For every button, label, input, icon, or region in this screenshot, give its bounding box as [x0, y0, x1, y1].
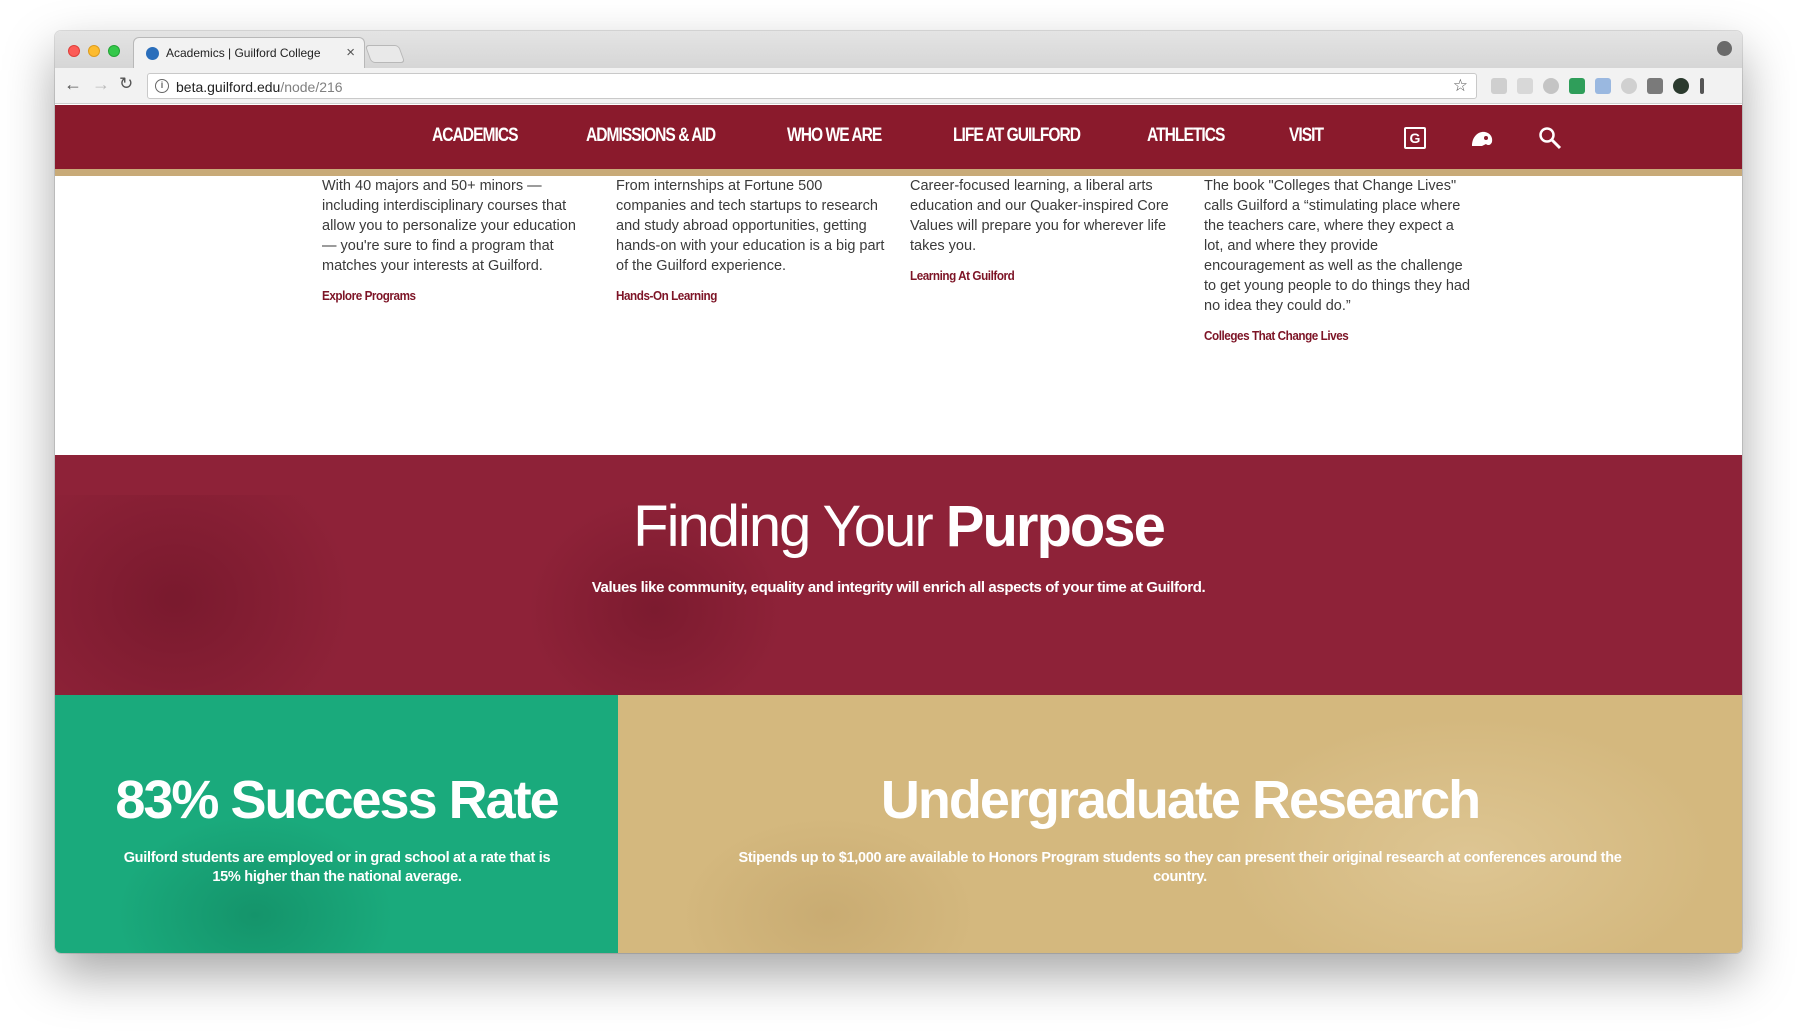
- nav-who-we-are[interactable]: WHO WE ARE: [787, 125, 882, 147]
- extension-fx-icon[interactable]: [1517, 78, 1533, 94]
- extension-capture-icon[interactable]: [1595, 78, 1611, 94]
- undergraduate-research-panel[interactable]: Undergraduate Research Stipends up to $1…: [618, 695, 1742, 953]
- purpose-heading-light: Finding Your: [633, 494, 946, 559]
- column-programs-text: With 40 majors and 50+ minors — includin…: [322, 178, 576, 274]
- academics-columns: With 40 majors and 50+ minors — includin…: [55, 176, 1742, 450]
- purpose-heading: Finding Your Purpose: [55, 493, 1742, 560]
- research-heading: Undergraduate Research: [618, 769, 1742, 831]
- main-nav: ACADEMICS ADMISSIONS & AID WHO WE ARE LI…: [55, 105, 1742, 169]
- extension-color-icon[interactable]: [1673, 78, 1689, 94]
- url-text[interactable]: beta.guilford.edu/node/216: [176, 79, 343, 95]
- guilford-favicon-icon: [146, 47, 159, 60]
- column-change-lives-text: The book "Colleges that Change Lives" ca…: [1204, 178, 1471, 314]
- browser-toolbar: ← → ↻ i beta.guilford.edu/node/216 ☆: [55, 68, 1742, 104]
- back-arrow-icon[interactable]: ←: [64, 74, 82, 95]
- hands-on-learning-link[interactable]: Hands-On Learning: [616, 288, 859, 303]
- site-header: ACADEMICS ADMISSIONS & AID WHO WE ARE LI…: [55, 105, 1742, 176]
- guilford-g-icon[interactable]: G: [1404, 127, 1426, 149]
- research-heading-light: Undergraduate: [880, 770, 1252, 830]
- finding-purpose-band: Finding Your Purpose Values like communi…: [55, 455, 1742, 695]
- nav-academics[interactable]: ACADEMICS: [432, 125, 518, 147]
- extension-drive-icon[interactable]: [1543, 78, 1559, 94]
- nav-athletics[interactable]: ATHLETICS: [1147, 125, 1225, 147]
- bookmark-star-icon[interactable]: ☆: [1453, 76, 1468, 96]
- success-rate-panel[interactable]: 83% Success Rate Guilford students are e…: [55, 695, 618, 953]
- extension-badge-icon[interactable]: [1569, 78, 1585, 94]
- address-bar[interactable]: i beta.guilford.edu/node/216 ☆: [147, 73, 1477, 99]
- success-heading-bold: 83%: [115, 770, 219, 830]
- reload-icon[interactable]: ↻: [119, 74, 133, 94]
- purpose-heading-bold: Purpose: [945, 494, 1166, 559]
- browser-tab-active[interactable]: Academics | Guilford College ×: [133, 37, 365, 68]
- url-host: beta.guilford.edu: [176, 79, 281, 95]
- new-tab-button[interactable]: [364, 45, 406, 63]
- nav-visit[interactable]: VISIT: [1289, 125, 1324, 147]
- minimize-window-icon[interactable]: [88, 45, 100, 57]
- tab-bar: Academics | Guilford College ×: [55, 31, 1742, 68]
- nav-life-at-guilford[interactable]: LIFE AT GUILFORD: [953, 125, 1081, 147]
- background-photo-overlay: [1218, 715, 1718, 953]
- forward-arrow-icon[interactable]: →: [92, 74, 110, 95]
- nav-admissions-aid[interactable]: ADMISSIONS & AID: [586, 125, 716, 147]
- colleges-that-change-lives-link[interactable]: Colleges That Change Lives: [1204, 328, 1447, 343]
- site-info-icon[interactable]: i: [155, 79, 169, 93]
- column-learning-text: Career-focused learning, a liberal arts …: [910, 178, 1169, 254]
- success-heading-light: Success Rate: [217, 770, 559, 830]
- success-subtitle: Guilford students are employed or in gra…: [123, 850, 551, 885]
- menu-dots-icon[interactable]: [1700, 78, 1704, 94]
- browser-window: Academics | Guilford College × ← → ↻ i b…: [55, 31, 1742, 953]
- close-window-icon[interactable]: [68, 45, 80, 57]
- search-icon[interactable]: [1538, 126, 1562, 150]
- column-hands-on-text: From internships at Fortune 500 companie…: [616, 178, 885, 274]
- maximize-window-icon[interactable]: [108, 45, 120, 57]
- explore-programs-link[interactable]: Explore Programs: [322, 288, 565, 303]
- extension-cookie-icon[interactable]: [1621, 78, 1637, 94]
- extension-r-icon[interactable]: [1491, 78, 1507, 94]
- column-change-lives: The book "Colleges that Change Lives" ca…: [1204, 176, 1474, 343]
- url-path: /node/216: [280, 79, 343, 95]
- tab-title: Academics | Guilford College: [166, 46, 321, 60]
- column-hands-on: From internships at Fortune 500 companie…: [616, 176, 886, 303]
- research-subtitle: Stipends up to $1,000 are available to H…: [738, 850, 1622, 885]
- research-heading-bold: Research: [1251, 770, 1481, 830]
- column-programs: With 40 majors and 50+ minors — includin…: [322, 176, 592, 303]
- purpose-subtitle: Values like community, equality and inte…: [591, 579, 1206, 596]
- profile-icon[interactable]: [1717, 41, 1732, 56]
- learning-at-guilford-link[interactable]: Learning At Guilford: [910, 268, 1153, 283]
- tab-close-icon[interactable]: ×: [346, 44, 355, 61]
- extension-camera-icon[interactable]: [1647, 78, 1663, 94]
- column-learning: Career-focused learning, a liberal arts …: [910, 176, 1180, 283]
- quaker-logo-icon[interactable]: [1469, 128, 1495, 150]
- success-heading: 83% Success Rate: [55, 769, 618, 831]
